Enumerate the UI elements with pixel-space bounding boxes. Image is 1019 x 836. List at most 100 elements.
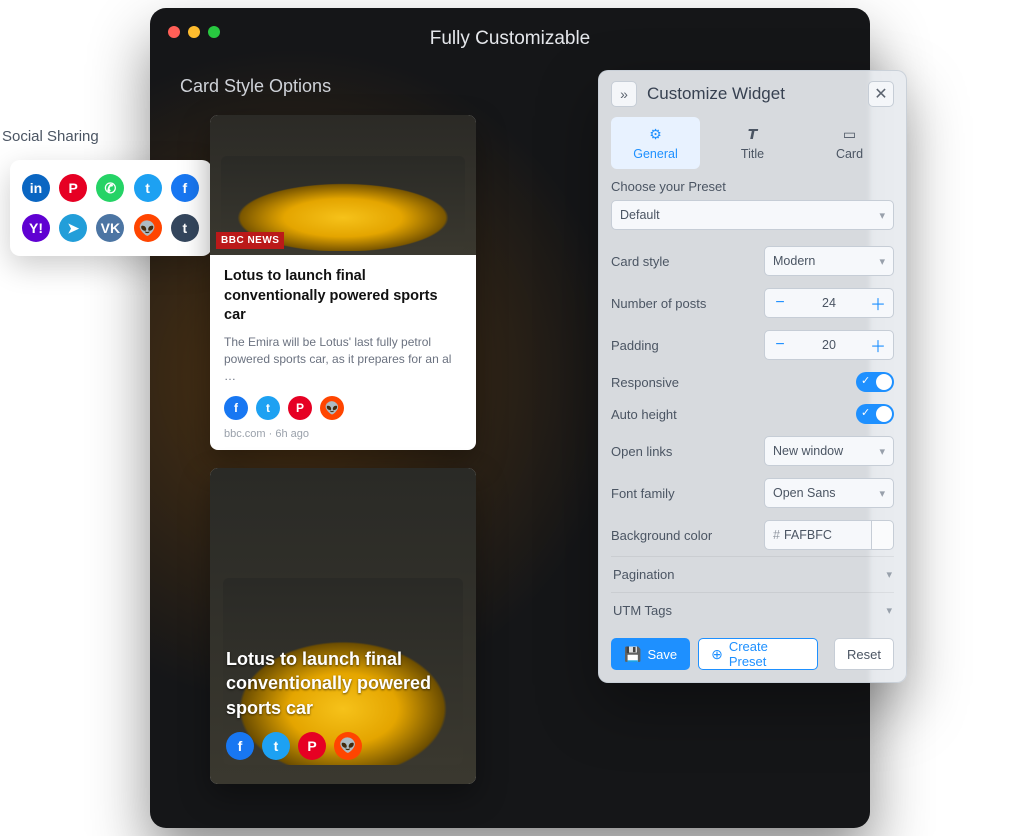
- padding-stepper: − 20 ＋: [764, 330, 894, 360]
- facebook-icon[interactable]: f: [224, 396, 248, 420]
- padding-label: Padding: [611, 338, 659, 353]
- chevron-down-icon: ▾: [886, 568, 892, 581]
- reddit-icon[interactable]: 👽: [334, 732, 362, 760]
- save-icon: 💾: [624, 646, 641, 663]
- card-meta: bbc.com · 6h ago: [224, 428, 462, 440]
- card-share-row: f t P 👽: [224, 396, 462, 420]
- linkedin-icon[interactable]: in: [22, 174, 50, 202]
- card-source: bbc.com: [224, 428, 266, 440]
- save-button[interactable]: 💾 Save: [611, 638, 690, 670]
- card-image: BBC NEWS: [210, 115, 476, 255]
- source-badge: BBC NEWS: [216, 232, 284, 249]
- card-overlay[interactable]: Lotus to launch final conventionally pow…: [210, 468, 476, 784]
- twitter-icon[interactable]: t: [134, 174, 162, 202]
- social-sharing-panel: in P ✆ t f Y! ➤ VK 👽 t: [10, 160, 212, 256]
- reddit-icon[interactable]: 👽: [320, 396, 344, 420]
- increment-button[interactable]: ＋: [863, 289, 893, 317]
- facebook-icon[interactable]: f: [226, 732, 254, 760]
- twitter-icon[interactable]: t: [262, 732, 290, 760]
- plus-icon: ⊕: [711, 646, 723, 663]
- chevron-down-icon: ▾: [879, 209, 885, 222]
- close-window-dot[interactable]: [168, 26, 180, 38]
- traffic-lights: [168, 26, 220, 38]
- select-value: Modern: [773, 254, 815, 268]
- card-title: Lotus to launch final conventionally pow…: [226, 647, 460, 720]
- preset-heading: Choose your Preset: [611, 179, 894, 194]
- button-label: Save: [647, 647, 677, 662]
- card-style-label: Card style: [611, 254, 670, 269]
- pinterest-icon[interactable]: P: [59, 174, 87, 202]
- social-sharing-label: Social Sharing: [2, 128, 99, 145]
- yahoo-icon[interactable]: Y!: [22, 214, 50, 242]
- card-style-examples: BBC NEWS Lotus to launch final conventio…: [210, 115, 476, 802]
- tab-label: Card: [836, 147, 863, 161]
- customize-widget-panel: » Customize Widget ✕ ⚙ General 𝙏 Title ▭…: [598, 70, 907, 683]
- chevron-down-icon: ▾: [879, 255, 885, 268]
- decrement-button[interactable]: −: [765, 331, 795, 359]
- font-family-select[interactable]: Open Sans ▾: [764, 478, 894, 508]
- title-icon: 𝙏: [744, 125, 762, 143]
- button-label: Reset: [847, 647, 881, 662]
- collapse-button[interactable]: »: [611, 81, 637, 107]
- card-description: The Emira will be Lotus' last fully petr…: [224, 334, 462, 386]
- card-style-select[interactable]: Modern ▾: [764, 246, 894, 276]
- twitter-icon[interactable]: t: [256, 396, 280, 420]
- bg-color-input[interactable]: # FAFBFC: [764, 520, 872, 550]
- minimize-window-dot[interactable]: [188, 26, 200, 38]
- responsive-label: Responsive: [611, 375, 679, 390]
- select-value: New window: [773, 444, 843, 458]
- bg-color-label: Background color: [611, 528, 712, 543]
- close-button[interactable]: ✕: [868, 81, 894, 107]
- auto-height-label: Auto height: [611, 407, 677, 422]
- card-icon: ▭: [841, 125, 859, 143]
- num-posts-stepper: − 24 ＋: [764, 288, 894, 318]
- pinterest-icon[interactable]: P: [298, 732, 326, 760]
- button-label: Create Preset: [729, 639, 805, 669]
- num-posts-label: Number of posts: [611, 296, 706, 311]
- gear-icon: ⚙: [647, 125, 665, 143]
- facebook-icon[interactable]: f: [171, 174, 199, 202]
- create-preset-button[interactable]: ⊕ Create Preset: [698, 638, 818, 670]
- window-title: Fully Customizable: [150, 8, 870, 58]
- tab-title[interactable]: 𝙏 Title: [708, 117, 797, 169]
- reset-button[interactable]: Reset: [834, 638, 894, 670]
- whatsapp-icon[interactable]: ✆: [96, 174, 124, 202]
- chevron-down-icon: ▾: [879, 487, 885, 500]
- chevron-down-icon: ▾: [886, 604, 892, 617]
- tab-general[interactable]: ⚙ General: [611, 117, 700, 169]
- vk-icon[interactable]: VK: [96, 214, 124, 242]
- utm-tags-accordion[interactable]: UTM Tags ▾: [611, 592, 894, 628]
- card-age: 6h ago: [275, 428, 309, 440]
- telegram-icon[interactable]: ➤: [59, 214, 87, 242]
- open-links-label: Open links: [611, 444, 672, 459]
- tab-card[interactable]: ▭ Card: [805, 117, 894, 169]
- pinterest-icon[interactable]: P: [288, 396, 312, 420]
- auto-height-toggle[interactable]: [856, 404, 894, 424]
- tab-label: General: [633, 147, 677, 161]
- chevron-down-icon: ▾: [879, 445, 885, 458]
- card-image: Lotus to launch final conventionally pow…: [210, 468, 476, 784]
- panel-tabs: ⚙ General 𝙏 Title ▭ Card: [611, 117, 894, 169]
- panel-title: Customize Widget: [647, 84, 858, 104]
- stepper-value[interactable]: 24: [795, 296, 863, 310]
- bg-color-swatch[interactable]: [872, 520, 894, 550]
- responsive-toggle[interactable]: [856, 372, 894, 392]
- card-classic[interactable]: BBC NEWS Lotus to launch final conventio…: [210, 115, 476, 450]
- hash-prefix: #: [773, 528, 780, 542]
- card-title: Lotus to launch final conventionally pow…: [224, 267, 462, 326]
- tumblr-icon[interactable]: t: [171, 214, 199, 242]
- card-share-row: f t P 👽: [226, 732, 460, 760]
- preset-select[interactable]: Default ▾: [611, 200, 894, 230]
- maximize-window-dot[interactable]: [208, 26, 220, 38]
- pagination-accordion[interactable]: Pagination ▾: [611, 556, 894, 592]
- chevrons-right-icon: »: [620, 86, 628, 102]
- accordion-label: UTM Tags: [613, 603, 672, 618]
- open-links-select[interactable]: New window ▾: [764, 436, 894, 466]
- reddit-icon[interactable]: 👽: [134, 214, 162, 242]
- tab-label: Title: [741, 147, 764, 161]
- stepper-value[interactable]: 20: [795, 338, 863, 352]
- font-family-label: Font family: [611, 486, 675, 501]
- increment-button[interactable]: ＋: [863, 331, 893, 359]
- select-value: Default: [620, 208, 660, 222]
- decrement-button[interactable]: −: [765, 289, 795, 317]
